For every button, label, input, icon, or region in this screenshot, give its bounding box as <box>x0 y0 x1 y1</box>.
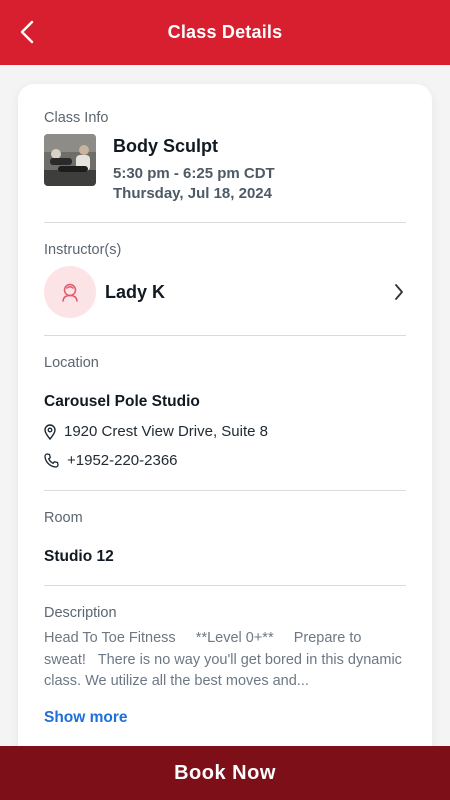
instructor-name: Lady K <box>105 281 166 302</box>
location-phone: +1952-220-2366 <box>67 452 178 469</box>
class-details-card: Class Info Body Sculpt 5:30 pm - 6:25 pm… <box>18 84 432 784</box>
instructor-row[interactable]: Lady K <box>44 266 406 318</box>
phone-line[interactable]: +1952-220-2366 <box>44 452 178 469</box>
description-label: Description <box>44 605 117 621</box>
location-name: Carousel Pole Studio <box>44 393 200 410</box>
address-line: 1920 Crest View Drive, Suite 8 <box>44 423 268 440</box>
show-more-link[interactable]: Show more <box>44 709 128 727</box>
app-header: Class Details <box>0 0 450 65</box>
class-date: Thursday, Jul 18, 2024 <box>113 185 272 202</box>
description-text: Head To Toe Fitness **Level 0+** Prepare… <box>44 630 402 689</box>
book-now-button[interactable]: Book Now <box>0 746 450 800</box>
class-thumbnail <box>44 134 96 186</box>
location-address: 1920 Crest View Drive, Suite 8 <box>64 423 268 440</box>
divider <box>44 585 406 586</box>
instructors-label: Instructor(s) <box>44 242 122 258</box>
back-button[interactable] <box>12 17 42 47</box>
chevron-right-icon <box>392 282 406 302</box>
divider <box>44 222 406 223</box>
map-pin-icon <box>44 423 58 440</box>
divider <box>44 335 406 336</box>
person-icon <box>62 283 78 302</box>
room-label: Room <box>44 510 83 526</box>
location-label: Location <box>44 355 99 371</box>
page-title: Class Details <box>167 22 283 42</box>
class-info-label: Class Info <box>44 110 109 126</box>
room-name: Studio 12 <box>44 548 114 565</box>
divider <box>44 490 406 491</box>
class-time: 5:30 pm - 6:25 pm CDT <box>113 165 275 182</box>
phone-icon <box>44 453 60 469</box>
chevron-left-icon <box>20 20 34 44</box>
instructor-avatar <box>44 266 96 318</box>
class-name: Body Sculpt <box>113 136 219 156</box>
